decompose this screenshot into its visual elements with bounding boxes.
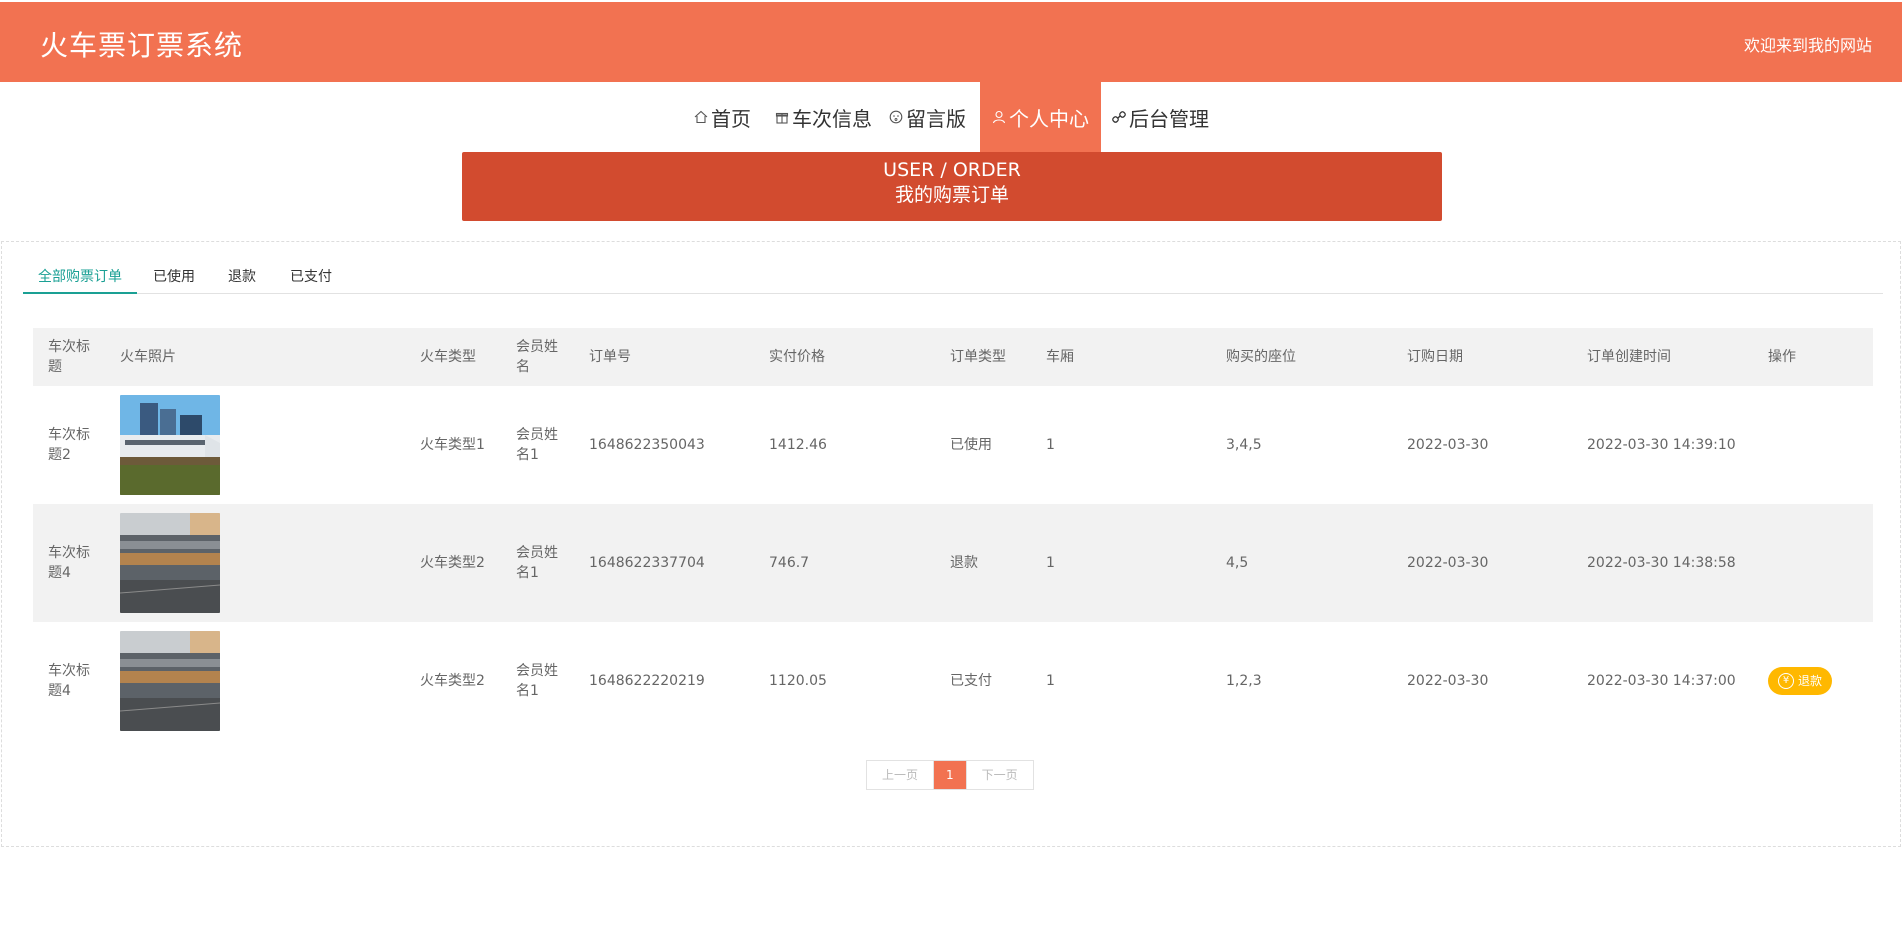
nav-label-messages: 留言版 — [906, 106, 966, 131]
col-price: 实付价格 — [769, 349, 825, 365]
row-carriage: 1 — [1046, 673, 1055, 689]
row-created: 2022-03-30 14:39:10 — [1587, 437, 1736, 453]
orders-panel: 全部购票订单 已使用 退款 已支付 车次标题 火车照片 火车类型 会员姓名 订单… — [1, 241, 1901, 847]
col-title: 车次标题 — [48, 339, 90, 375]
refund-button[interactable]: ¥ 退款 — [1768, 667, 1833, 695]
gift-icon — [775, 112, 789, 124]
row-carriage: 1 — [1046, 555, 1055, 571]
row-price: 1412.46 — [769, 437, 827, 453]
col-actions: 操作 — [1768, 349, 1796, 365]
tab-refund[interactable]: 退款 — [213, 260, 271, 294]
page-number-current[interactable]: 1 — [934, 761, 967, 789]
col-member: 会员姓名 — [516, 339, 558, 375]
col-order-type: 订单类型 — [950, 349, 1006, 365]
row-seats: 3,4,5 — [1226, 437, 1262, 453]
link-icon — [1112, 111, 1126, 123]
row-date: 2022-03-30 — [1407, 437, 1489, 453]
train-photo — [120, 395, 220, 495]
train-photo — [120, 631, 220, 731]
row-member: 会员姓名1 — [516, 427, 558, 463]
col-order-no: 订单号 — [589, 349, 631, 365]
prev-page-button[interactable]: 上一页 — [867, 761, 935, 789]
nav-label-home: 首页 — [711, 106, 751, 131]
row-train-type: 火车类型2 — [420, 555, 485, 571]
site-title: 火车票订票系统 — [40, 29, 244, 62]
nav-label-personal: 个人中心 — [1009, 106, 1089, 131]
main-nav: 首页 车次信息 留言版 个人中心 后台管理 — [0, 82, 1902, 152]
col-seats: 购买的座位 — [1226, 349, 1296, 365]
row-train-type: 火车类型1 — [420, 437, 485, 453]
tab-all-orders[interactable]: 全部购票订单 — [23, 260, 137, 294]
banner-title-en: USER / ORDER — [883, 159, 1021, 181]
nav-label-trains: 车次信息 — [792, 106, 872, 131]
row-member: 会员姓名1 — [516, 663, 558, 699]
nav-label-admin: 后台管理 — [1129, 106, 1209, 131]
nav-item-admin[interactable]: 后台管理 — [1112, 82, 1209, 152]
row-order-type: 已支付 — [950, 673, 992, 689]
tab-paid[interactable]: 已支付 — [275, 260, 347, 294]
table-header: 车次标题 火车照片 火车类型 会员姓名 订单号 实付价格 订单类型 车厢 购买的… — [33, 328, 1873, 386]
banner-title-cn: 我的购票订单 — [894, 184, 1009, 206]
table-row: 车次标题4 火车类型2 会员姓名1 1648622337704 746.7 退款… — [33, 504, 1873, 622]
top-header: 火车票订票系统 欢迎来到我的网站 — [0, 2, 1902, 82]
col-carriage: 车厢 — [1046, 349, 1074, 365]
row-seats: 4,5 — [1226, 555, 1249, 571]
nav-item-messages[interactable]: 留言版 — [889, 82, 966, 152]
col-date: 订购日期 — [1407, 349, 1463, 365]
row-carriage: 1 — [1046, 437, 1055, 453]
row-price: 1120.05 — [769, 673, 827, 689]
row-order-no: 1648622337704 — [589, 555, 705, 571]
nav-item-personal[interactable]: 个人中心 — [980, 82, 1101, 152]
train-photo — [120, 513, 220, 613]
nav-item-trains[interactable]: 车次信息 — [775, 82, 872, 152]
row-order-no: 1648622220219 — [589, 673, 705, 689]
yen-icon: ¥ — [1778, 673, 1794, 689]
section-banner: USER / ORDER 我的购票订单 — [462, 152, 1442, 221]
col-photo: 火车照片 — [120, 349, 176, 365]
next-page-button[interactable]: 下一页 — [966, 761, 1033, 789]
refund-button-label: 退款 — [1798, 674, 1823, 688]
train-photo-cell — [120, 622, 220, 740]
nav-item-home[interactable]: 首页 — [694, 82, 751, 152]
welcome-text: 欢迎来到我的网站 — [1743, 36, 1872, 55]
row-order-no: 1648622350043 — [589, 437, 705, 453]
face-icon — [889, 110, 903, 124]
row-date: 2022-03-30 — [1407, 673, 1489, 689]
col-train-type: 火车类型 — [420, 349, 476, 365]
row-title: 车次标题4 — [48, 663, 90, 699]
user-icon — [992, 110, 1006, 124]
row-date: 2022-03-30 — [1407, 555, 1489, 571]
row-actions: ¥ 退款 — [1768, 622, 1833, 740]
train-photo-cell — [120, 504, 220, 622]
table-row: 车次标题4 火车类型2 会员姓名1 1648622220219 1120.05 … — [33, 622, 1873, 740]
col-created: 订单创建时间 — [1587, 349, 1671, 365]
row-title: 车次标题2 — [48, 427, 90, 463]
row-order-type: 退款 — [950, 555, 978, 571]
row-member: 会员姓名1 — [516, 545, 558, 581]
row-created: 2022-03-30 14:37:00 — [1587, 673, 1736, 689]
row-title: 车次标题4 — [48, 545, 90, 581]
row-order-type: 已使用 — [950, 437, 992, 453]
row-price: 746.7 — [769, 555, 810, 571]
home-icon — [694, 110, 708, 124]
pagination: 上一页 1 下一页 — [866, 760, 1034, 790]
row-created: 2022-03-30 14:38:58 — [1587, 555, 1736, 571]
table-row: 车次标题2 火车类型1 会员姓名1 1648622350043 1412.46 — [33, 386, 1873, 504]
orders-table: 车次标题 火车照片 火车类型 会员姓名 订单号 实付价格 订单类型 车厢 购买的… — [33, 328, 1873, 740]
train-photo-cell — [120, 386, 220, 504]
order-tabs: 全部购票订单 已使用 退款 已支付 — [23, 260, 1883, 294]
row-train-type: 火车类型2 — [420, 673, 485, 689]
row-seats: 1,2,3 — [1226, 673, 1262, 689]
tab-used[interactable]: 已使用 — [138, 260, 210, 294]
